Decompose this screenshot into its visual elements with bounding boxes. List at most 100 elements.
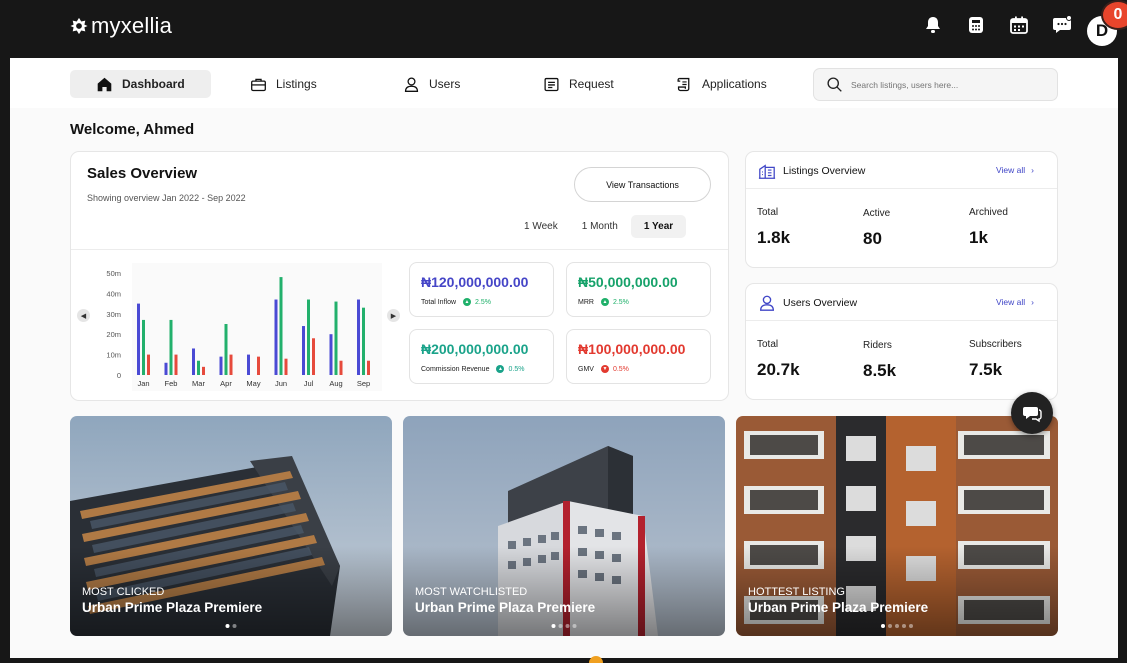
search-input[interactable]	[851, 79, 1041, 90]
range-tab-week[interactable]: 1 Week	[513, 215, 569, 238]
chevron-right-icon: ›	[1031, 165, 1034, 175]
property-tag: MOST CLICKED	[82, 586, 165, 598]
messages-icon[interactable]	[1051, 14, 1073, 36]
chart-prev-button[interactable]: ◀	[77, 309, 90, 322]
metric-commission-revenue[interactable]: ₦200,000,000.00 Commission Revenue ▲ 0.5%	[409, 329, 554, 384]
calculator-icon[interactable]	[965, 14, 987, 36]
x-tick-label: Apr	[220, 379, 232, 388]
view-all-label: View all	[996, 297, 1026, 307]
request-icon	[544, 77, 559, 91]
metric-label: MRR	[578, 298, 594, 306]
chart-bar	[362, 307, 365, 375]
carousel-dot[interactable]	[558, 624, 563, 628]
arrow-up-icon: ▲	[496, 365, 505, 373]
listings-view-all-link[interactable]: View all ›	[996, 165, 1034, 175]
property-card-hottest-listing[interactable]: HOTTEST LISTING Urban Prime Plaza Premie…	[736, 416, 1058, 636]
chart-next-button[interactable]: ▶	[387, 309, 400, 322]
chart-bar	[229, 354, 233, 375]
nav-request[interactable]: Request	[543, 70, 614, 98]
carousel-dot[interactable]	[909, 624, 913, 628]
carousel-dots	[881, 624, 913, 628]
chart-bar	[142, 319, 145, 375]
property-tag: HOTTEST LISTING	[748, 586, 845, 598]
view-transactions-button[interactable]: View Transactions	[574, 167, 711, 202]
stat-label: Subscribers	[969, 339, 1022, 350]
y-tick-label: 40m	[106, 289, 121, 298]
y-tick-label: 30m	[106, 310, 121, 319]
chart-bar	[224, 324, 228, 375]
carousel-dot[interactable]	[225, 624, 230, 628]
stat-label: Total	[757, 207, 779, 218]
chart-bar	[274, 299, 278, 375]
chart-bar	[307, 299, 310, 375]
welcome-heading: Welcome, Ahmed	[70, 121, 195, 138]
chat-button[interactable]	[1011, 392, 1053, 434]
carousel-dots	[225, 624, 237, 628]
metric-gmv[interactable]: ₦100,000,000.00 GMV ▼ 0.5%	[566, 329, 711, 384]
arrow-up-icon: ▲	[600, 298, 609, 306]
users-view-all-link[interactable]: View all ›	[996, 297, 1034, 307]
nav-applications[interactable]: Applications	[676, 70, 767, 98]
brand-logo[interactable]: myxellia	[70, 13, 172, 39]
bell-icon[interactable]	[922, 14, 944, 36]
stat-label: Active	[863, 208, 891, 219]
arrow-down-icon: ▼	[600, 365, 609, 373]
carousel-dot[interactable]	[572, 624, 577, 628]
listings-overview-card: Listings Overview View all › Total 1.8k Ac…	[745, 151, 1058, 268]
metric-change: ▲ 2.5%	[600, 298, 629, 306]
range-tab-year[interactable]: 1 Year	[630, 215, 687, 238]
x-tick-label: Feb	[165, 379, 178, 388]
divider	[71, 249, 728, 250]
property-card-most-watchlisted[interactable]: MOST WATCHLISTED Urban Prime Plaza Premi…	[403, 416, 725, 636]
sales-bar-chart: 50m 40m 30m 20m 10m 0 Jan Feb Mar Apr May Jun Jul Aug…	[106, 263, 382, 391]
listings-stat-total: Total 1.8k	[757, 207, 790, 248]
nav-dashboard[interactable]: Dashboard	[70, 70, 211, 98]
users-overview-title: Users Overview	[783, 297, 858, 309]
nav-users[interactable]: Users	[403, 70, 460, 98]
user-icon	[760, 295, 774, 311]
users-stat-subscribers: Subscribers 7.5k	[969, 339, 1022, 380]
carousel-dot[interactable]	[895, 624, 899, 628]
y-tick-label: 20m	[106, 330, 121, 339]
carousel-dot[interactable]	[232, 624, 237, 628]
range-tabs: 1 Week 1 Month 1 Year	[511, 215, 687, 238]
user-avatar[interactable]: D 0	[1087, 0, 1127, 46]
users-stat-total: Total 20.7k	[757, 339, 800, 380]
chart-bar	[279, 277, 283, 375]
scroll-icon	[677, 77, 690, 91]
main-nav: Dashboard Listings Users Request Applica…	[10, 58, 1118, 108]
nav-listings[interactable]: Listings	[250, 70, 317, 98]
carousel-dot[interactable]	[565, 624, 570, 628]
range-tab-month[interactable]: 1 Month	[571, 215, 629, 238]
main-panel: Dashboard Listings Users Request Applica…	[10, 58, 1118, 658]
x-tick-label: May	[246, 379, 260, 388]
nav-label: Request	[569, 77, 614, 91]
metric-value: ₦50,000,000.00	[578, 274, 678, 290]
metric-mrr[interactable]: ₦50,000,000.00 MRR ▲ 2.5%	[566, 262, 711, 317]
metric-change: ▲ 2.5%	[463, 298, 491, 306]
carousel-dot[interactable]	[902, 624, 906, 628]
metric-label: GMV	[578, 365, 594, 373]
x-tick-label: Jun	[275, 379, 287, 388]
carousel-dot[interactable]	[551, 624, 556, 628]
stat-label: Archived	[969, 207, 1008, 218]
carousel-dot[interactable]	[881, 624, 885, 628]
chart-bar	[169, 319, 173, 375]
listings-overview-title: Listings Overview	[783, 165, 866, 177]
metric-meta: MRR ▲ 2.5%	[578, 298, 629, 306]
search-box[interactable]	[813, 68, 1058, 101]
calendar-icon[interactable]	[1008, 14, 1030, 36]
chart-bar	[329, 334, 333, 375]
arrow-up-icon: ▲	[463, 298, 472, 306]
property-card-most-clicked[interactable]: MOST CLICKED Urban Prime Plaza Premiere	[70, 416, 392, 636]
stat-value: 1k	[969, 228, 988, 247]
metric-change-value: 2.5%	[612, 298, 629, 306]
chart-bar	[312, 338, 315, 375]
metric-meta: GMV ▼ 0.5%	[578, 365, 629, 373]
nav-label: Listings	[276, 77, 317, 91]
chart-bar	[197, 360, 200, 375]
carousel-dot[interactable]	[888, 624, 892, 628]
stat-value: 8.5k	[863, 361, 897, 380]
y-tick-label: 10m	[106, 351, 121, 360]
metric-total-inflow[interactable]: ₦120,000,000.00 Total Inflow ▲ 2.5%	[409, 262, 554, 317]
